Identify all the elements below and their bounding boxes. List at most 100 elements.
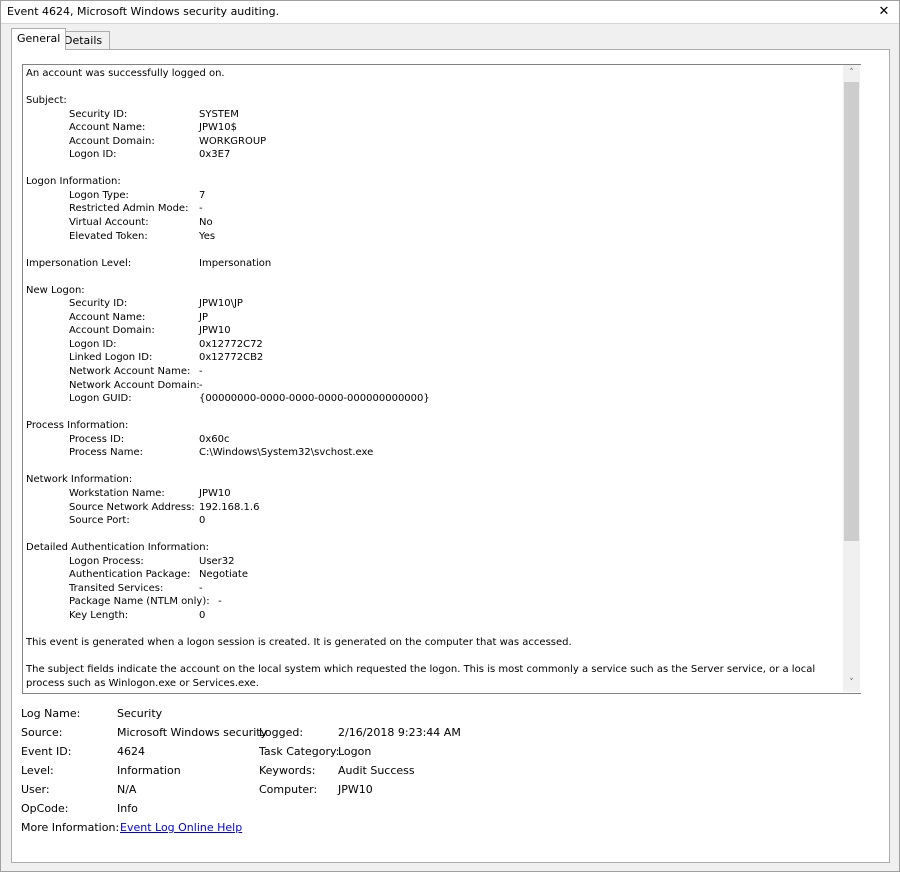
field-value: 0x3E7 [199, 149, 231, 161]
field-row: Process Name: C:\Windows\System32\svchost… [26, 446, 841, 460]
field-value: JPW10 [199, 325, 231, 337]
field-row: Restricted Admin Mode: - [26, 202, 841, 216]
field-row: Logon Type: 7 [26, 189, 841, 203]
title-bar: Event 4624, Microsoft Windows security a… [1, 1, 899, 24]
field-label: Impersonation Level: [26, 257, 132, 269]
field-label: Logon Type: [69, 189, 129, 201]
field-label: Security ID: [69, 108, 128, 120]
field-value: {00000000-0000-0000-0000-000000000000} [199, 393, 430, 405]
event-properties-window: Event 4624, Microsoft Windows security a… [0, 0, 900, 872]
field-label: Package Name (NTLM only): [69, 596, 210, 608]
field-label: Account Name: [69, 311, 146, 323]
user-value: N/A [117, 783, 137, 796]
field-value: WORKGROUP [199, 135, 267, 147]
field-row: Logon ID: 0x12772C72 [26, 338, 841, 352]
field-label: Source Network Address: [69, 501, 195, 513]
field-row: Network Account Domain:- [26, 379, 841, 393]
field-row: Network Account Name: - [26, 365, 841, 379]
field-row: Security ID: SYSTEM [26, 108, 841, 122]
event-description-box[interactable]: An account was successfully logged on. S… [22, 64, 861, 694]
field-value: JP [199, 311, 208, 323]
field-label: Logon ID: [69, 149, 117, 161]
keywords-value: Audit Success [338, 764, 415, 777]
level-label: Level: [21, 764, 54, 777]
section-header-new-logon: New Logon: [26, 284, 85, 296]
user-label: User: [21, 783, 50, 796]
field-label: Key Length: [69, 609, 129, 621]
field-row: Logon GUID: {00000000-0000-0000-0000-0000… [26, 392, 841, 406]
field-value: - [199, 203, 203, 215]
field-value: JPW10 [199, 487, 231, 499]
more-information-label: More Information: [21, 821, 120, 834]
field-label: Account Name: [69, 122, 146, 134]
section-header-logon-information: Logon Information: [26, 176, 121, 188]
field-row: Workstation Name: JPW10 [26, 487, 841, 501]
field-label: Transited Services: [69, 582, 164, 594]
field-value: - [199, 379, 203, 391]
description-paragraph: This event is generated when a logon ses… [26, 636, 572, 648]
event-description-text: An account was successfully logged on. S… [26, 67, 841, 690]
scroll-down-arrow-icon[interactable]: ˅ [843, 675, 860, 692]
log-name-label: Log Name: [21, 707, 81, 720]
opcode-value: Info [117, 802, 138, 815]
description-scrollbar[interactable]: ˄ ˅ [843, 65, 860, 692]
field-label: Process Name: [69, 447, 143, 459]
field-row: Authentication Package: Negotiate [26, 568, 841, 582]
field-row: Source Port: 0 [26, 514, 841, 528]
field-row: Logon Process: User32 [26, 555, 841, 569]
event-log-online-help-link[interactable]: Event Log Online Help [120, 821, 242, 834]
field-value: JPW10$ [199, 122, 237, 134]
field-value: - [199, 366, 203, 378]
field-value: 0 [199, 515, 206, 527]
field-value: 192.168.1.6 [199, 501, 260, 513]
section-header-detailed-authentication: Detailed Authentication Information: [26, 542, 209, 554]
field-row: Source Network Address: 192.168.1.6 [26, 501, 841, 515]
log-name-value: Security [117, 707, 163, 720]
field-label: Logon Process: [69, 555, 144, 567]
field-value: Yes [199, 230, 216, 242]
computer-label: Computer: [259, 783, 318, 796]
scroll-up-arrow-icon[interactable]: ˄ [843, 65, 860, 82]
field-row: Key Length: 0 [26, 609, 841, 623]
field-label: Virtual Account: [69, 217, 149, 229]
field-label: Account Domain: [69, 325, 155, 337]
field-label: Account Domain: [69, 135, 155, 147]
field-row: Elevated Token: Yes [26, 230, 841, 244]
event-id-label: Event ID: [21, 745, 72, 758]
field-row: Account Domain: WORKGROUP [26, 135, 841, 149]
close-icon[interactable]: ✕ [873, 2, 895, 22]
field-value: 0x12772CB2 [199, 352, 264, 364]
field-row: Account Name: JP [26, 311, 841, 325]
opcode-label: OpCode: [21, 802, 69, 815]
section-header-process-information: Process Information: [26, 420, 129, 432]
field-row: Account Domain: JPW10 [26, 324, 841, 338]
field-row: Linked Logon ID: 0x12772CB2 [26, 351, 841, 365]
scrollbar-thumb[interactable] [844, 82, 859, 541]
field-label: Process ID: [69, 433, 125, 445]
field-value: SYSTEM [199, 108, 239, 120]
field-label: Network Account Name: [69, 366, 191, 378]
field-row-impersonation: Impersonation Level: Impersonation [26, 257, 841, 271]
field-value: 0x60c [199, 433, 230, 445]
field-label: Workstation Name: [69, 487, 165, 499]
source-value: Microsoft Windows security [117, 726, 268, 739]
keywords-label: Keywords: [259, 764, 316, 777]
field-label: Logon ID: [69, 338, 117, 350]
tab-general[interactable]: General [11, 28, 66, 50]
field-value: - [199, 582, 203, 594]
field-value: Negotiate [199, 569, 248, 581]
field-value: - [199, 596, 222, 608]
field-label: Logon GUID: [69, 393, 132, 405]
field-value: C:\Windows\System32\svchost.exe [199, 447, 374, 459]
event-id-value: 4624 [117, 745, 145, 758]
field-label: Linked Logon ID: [69, 352, 153, 364]
field-value: 7 [199, 189, 206, 201]
logged-value: 2/16/2018 9:23:44 AM [338, 726, 461, 739]
field-row: Logon ID: 0x3E7 [26, 148, 841, 162]
field-label: Restricted Admin Mode: [69, 203, 189, 215]
